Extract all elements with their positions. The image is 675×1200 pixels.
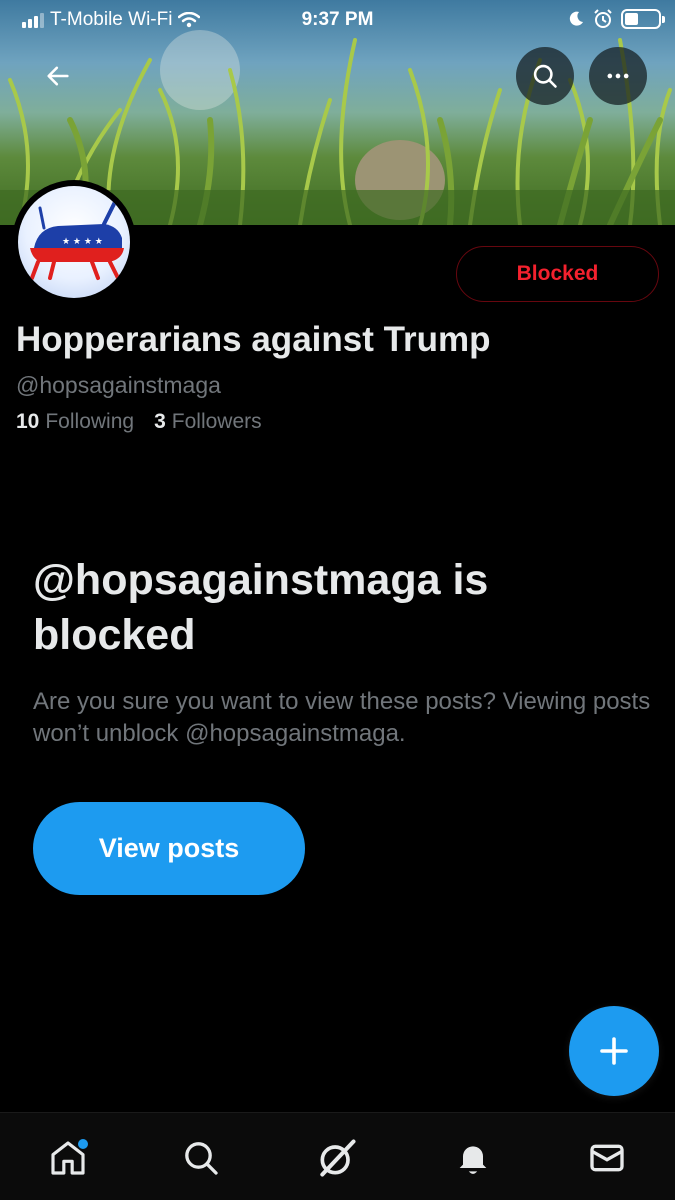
- grasshopper-logo-icon: ★ ★ ★ ★: [30, 197, 124, 280]
- bottom-tab-bar: [0, 1112, 675, 1200]
- battery-fill: [625, 13, 638, 25]
- plus-icon: [600, 1037, 628, 1065]
- tab-messages[interactable]: [579, 1133, 635, 1183]
- alarm-icon: [594, 9, 612, 28]
- mail-icon: [590, 1144, 624, 1172]
- blocked-button[interactable]: Blocked: [456, 246, 659, 302]
- moon-icon: [569, 11, 583, 26]
- following-link[interactable]: 10 Following: [16, 410, 134, 434]
- search-icon: [533, 64, 557, 88]
- back-button[interactable]: [29, 47, 87, 105]
- search-icon: [185, 1142, 218, 1175]
- following-count: 10: [16, 410, 40, 433]
- followers-label: Followers: [171, 410, 262, 433]
- blocked-description: Are you sure you want to view these post…: [33, 688, 651, 747]
- tab-home[interactable]: [40, 1133, 96, 1183]
- status-right: [567, 9, 665, 29]
- display-name: Hopperarians against Trump: [16, 320, 491, 359]
- profile-handle: @hopsagainstmaga: [16, 372, 221, 398]
- more-horizontal-icon: [607, 73, 629, 79]
- compose-button[interactable]: [569, 1006, 659, 1096]
- grok-icon: [320, 1139, 356, 1177]
- tab-search[interactable]: [173, 1133, 229, 1183]
- status-bar: T-Mobile Wi-Fi 9:37 PM: [0, 0, 675, 40]
- battery-icon: [621, 9, 665, 29]
- blocked-title: @hopsagainstmaga is blocked: [33, 556, 489, 659]
- view-posts-button[interactable]: View posts: [33, 802, 305, 895]
- followers-count: 3: [154, 410, 166, 433]
- follow-stats: 10 Following 3 Followers: [16, 410, 262, 434]
- search-button[interactable]: [516, 47, 574, 105]
- avatar[interactable]: ★ ★ ★ ★: [12, 180, 136, 304]
- bell-icon: [459, 1146, 487, 1174]
- tab-grok[interactable]: [309, 1133, 365, 1183]
- arrow-left-icon: [47, 66, 69, 86]
- followers-link[interactable]: 3 Followers: [154, 410, 262, 434]
- following-label: Following: [45, 410, 135, 433]
- notification-dot: [78, 1139, 88, 1149]
- svg-text:★ ★ ★ ★: ★ ★ ★ ★: [62, 237, 103, 247]
- tab-notifications[interactable]: [445, 1133, 501, 1183]
- more-button[interactable]: [589, 47, 647, 105]
- avatar-image: ★ ★ ★ ★: [18, 186, 130, 298]
